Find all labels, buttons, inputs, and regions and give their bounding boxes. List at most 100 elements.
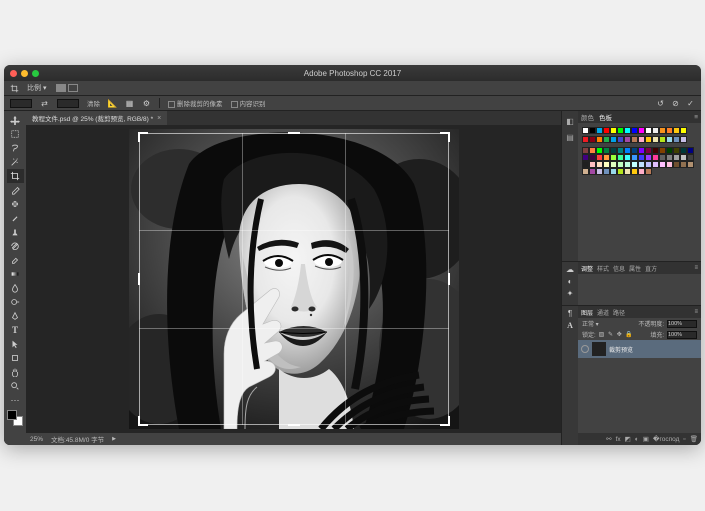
swatch[interactable] xyxy=(631,147,638,154)
eraser-tool[interactable] xyxy=(7,253,24,267)
history-brush-tool[interactable] xyxy=(7,239,24,253)
swatch[interactable] xyxy=(610,168,617,175)
swatch[interactable] xyxy=(631,154,638,161)
hand-tool[interactable] xyxy=(7,365,24,379)
marquee-tool[interactable] xyxy=(7,127,24,141)
gradient-tool[interactable] xyxy=(7,267,24,281)
swatch[interactable] xyxy=(582,168,589,175)
crop-overlay[interactable] xyxy=(139,133,449,425)
fill-input[interactable] xyxy=(667,331,697,339)
swatch[interactable] xyxy=(680,161,687,168)
swatch[interactable] xyxy=(596,127,603,134)
swatch[interactable] xyxy=(666,136,673,143)
swatch[interactable] xyxy=(652,127,659,134)
swatch[interactable] xyxy=(687,147,694,154)
swatch[interactable] xyxy=(596,136,603,143)
swatch[interactable] xyxy=(666,147,673,154)
healing-brush-tool[interactable] xyxy=(7,197,24,211)
delete-layer-icon[interactable]: 🗑 xyxy=(690,435,698,443)
zoom-tool[interactable] xyxy=(7,379,24,393)
swatch[interactable] xyxy=(645,127,652,134)
swatch[interactable] xyxy=(645,147,652,154)
crop-handle-b[interactable] xyxy=(288,424,300,426)
crop-handle-tr[interactable] xyxy=(440,132,450,142)
layer-fx-icon[interactable]: fx xyxy=(616,436,621,443)
clear-button[interactable]: 清除 xyxy=(87,98,100,108)
swatch[interactable] xyxy=(673,136,680,143)
swatch[interactable] xyxy=(589,168,596,175)
shape-tool[interactable] xyxy=(7,351,24,365)
swatch[interactable] xyxy=(673,127,680,134)
swatch[interactable] xyxy=(680,154,687,161)
swatch[interactable] xyxy=(582,127,589,134)
swatch[interactable] xyxy=(617,136,624,143)
swatch[interactable] xyxy=(638,127,645,134)
layer-row[interactable]: 裁剪预览 xyxy=(578,340,701,358)
swatch[interactable] xyxy=(596,154,603,161)
color-swatches[interactable] xyxy=(7,410,23,426)
swatch[interactable] xyxy=(582,136,589,143)
swatch[interactable] xyxy=(638,161,645,168)
swatch[interactable] xyxy=(617,154,624,161)
crop-handle-r[interactable] xyxy=(448,273,450,285)
swatch[interactable] xyxy=(652,147,659,154)
swatch[interactable] xyxy=(617,168,624,175)
swatch[interactable] xyxy=(589,147,596,154)
new-layer-icon[interactable]: ▫ xyxy=(683,436,685,443)
image-surface[interactable] xyxy=(129,129,459,429)
reset-crop-icon[interactable]: ↺ xyxy=(656,99,665,108)
swatches-tab[interactable]: 色板 xyxy=(599,112,612,122)
swatch[interactable] xyxy=(617,147,624,154)
swatch[interactable] xyxy=(631,168,638,175)
magic-wand-tool[interactable] xyxy=(7,155,24,169)
swatch[interactable] xyxy=(596,161,603,168)
swatch[interactable] xyxy=(659,147,666,154)
path-select-tool[interactable] xyxy=(7,337,24,351)
swatch[interactable] xyxy=(645,161,652,168)
swatch[interactable] xyxy=(582,161,589,168)
swatch[interactable] xyxy=(603,136,610,143)
swatch[interactable] xyxy=(638,147,645,154)
dodge-tool[interactable] xyxy=(7,295,24,309)
swatch[interactable] xyxy=(673,161,680,168)
swatch[interactable] xyxy=(638,154,645,161)
layers-menu-icon[interactable]: ≡ xyxy=(694,309,698,315)
swatch[interactable] xyxy=(603,154,610,161)
swatch[interactable] xyxy=(659,127,666,134)
new-layer-icon[interactable]: �господ xyxy=(653,435,680,443)
swatch[interactable] xyxy=(673,147,680,154)
crop-tool[interactable] xyxy=(7,169,24,183)
swatch[interactable] xyxy=(673,154,680,161)
blend-mode-dropdown[interactable]: 正常 ▾ xyxy=(582,319,599,328)
swatch[interactable] xyxy=(680,147,687,154)
swatch[interactable] xyxy=(631,136,638,143)
swatch[interactable] xyxy=(624,154,631,161)
swatch[interactable] xyxy=(589,127,596,134)
content-aware-checkbox[interactable]: 内容识别 xyxy=(231,98,266,108)
swatch[interactable] xyxy=(624,127,631,134)
swap-dimensions-icon[interactable]: ⇄ xyxy=(40,99,49,108)
paths-tab[interactable]: 路径 xyxy=(613,308,625,317)
swatch[interactable] xyxy=(610,127,617,134)
crop-handle-l[interactable] xyxy=(138,273,140,285)
paragraph-panel-icon[interactable]: A xyxy=(567,321,573,330)
swatch[interactable] xyxy=(645,168,652,175)
panel-menu-icon[interactable]: ≡ xyxy=(694,114,698,121)
swatch[interactable] xyxy=(638,136,645,143)
crop-handle-bl[interactable] xyxy=(138,416,148,426)
swatch[interactable] xyxy=(659,136,666,143)
swatch[interactable] xyxy=(610,161,617,168)
swatch[interactable] xyxy=(631,127,638,134)
straighten-icon[interactable]: 📐 xyxy=(108,99,117,108)
libraries-panel-icon[interactable]: ☁ xyxy=(566,265,574,274)
lock-icons[interactable]: ▨ ✎ ✥ 🔒 xyxy=(599,331,634,338)
swatch[interactable] xyxy=(680,127,687,134)
edit-toolbar-icon[interactable]: ⋯ xyxy=(7,393,24,407)
swatch[interactable] xyxy=(659,154,666,161)
swatch[interactable] xyxy=(666,161,673,168)
delete-cropped-checkbox[interactable]: 删除裁剪的像素 xyxy=(168,98,223,108)
crop-width-input[interactable] xyxy=(10,99,32,108)
swatch[interactable] xyxy=(687,161,694,168)
swatch[interactable] xyxy=(603,168,610,175)
link-layers-icon[interactable]: ⚯ xyxy=(606,435,611,443)
